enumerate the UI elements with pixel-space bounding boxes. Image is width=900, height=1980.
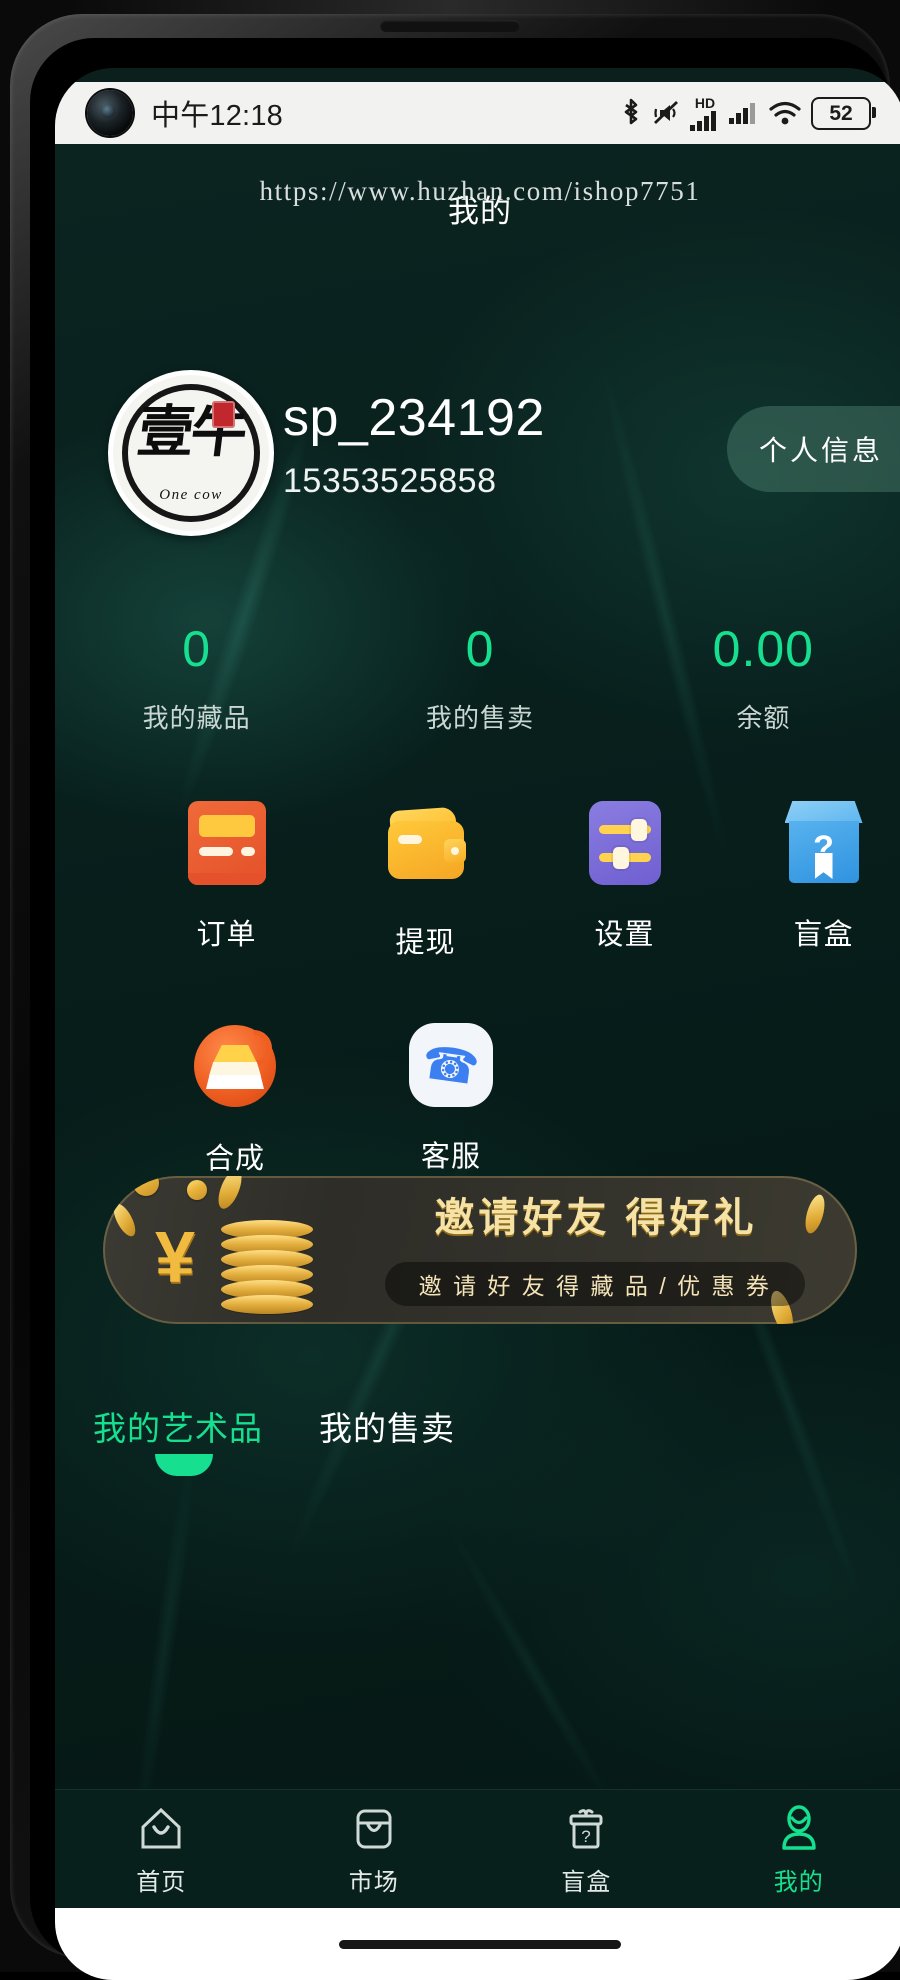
invite-friends-banner[interactable]: ¥ 邀请好友 得好礼 邀 请 好 友 得 藏 品 / 优 惠 券	[103, 1176, 857, 1324]
phone-device-frame: 中午12:18 HD	[0, 0, 900, 1972]
status-bar: 中午12:18 HD	[55, 82, 900, 144]
svg-text:?: ?	[582, 1827, 591, 1846]
yen-currency-symbol: ¥	[155, 1222, 195, 1294]
bottom-navigation-bar: 首页 市场	[55, 1789, 900, 1908]
url-watermark: https://www.huzhan.com/ishop7751	[55, 176, 900, 207]
stat-balance[interactable]: 0.00 余额	[622, 624, 900, 754]
stat-value: 0	[55, 624, 338, 674]
nav-item-home[interactable]: 首页	[55, 1802, 268, 1897]
grid-item-synthesis[interactable]: 合成	[145, 1023, 325, 1177]
content-tabs: 我的艺术品 我的售卖	[55, 1402, 900, 1482]
grid-item-label: 提现	[344, 919, 507, 961]
avatar-red-seal-icon	[212, 401, 235, 428]
stat-my-collections[interactable]: 0 我的藏品	[55, 624, 338, 754]
feature-grid-row-2: 合成 ☎ 客服	[55, 1023, 900, 1177]
home-indicator-area	[55, 1908, 900, 1980]
personal-info-label: 个人信息	[759, 429, 883, 469]
grid-item-blind-box[interactable]: ? 盲盒	[742, 799, 900, 961]
stats-row: 0 我的藏品 0 我的售卖 0.00 余额	[55, 624, 900, 754]
page-header: 我的 https://www.huzhan.com/ishop7751	[55, 172, 900, 228]
grid-item-settings[interactable]: 设置	[543, 799, 706, 961]
nav-label: 盲盒	[480, 1862, 693, 1897]
phone-support-icon: ☎	[408, 1023, 494, 1109]
decorative-coin	[133, 1176, 159, 1196]
signal-bars-icon-2	[729, 102, 759, 124]
battery-level-text: 52	[829, 103, 852, 124]
coin-stack-illustration	[221, 1220, 313, 1316]
grid-item-label: 设置	[543, 911, 706, 953]
feature-grid-row-1: 订单	[55, 799, 900, 961]
avatar-subtitle-text: One cow	[113, 487, 269, 504]
tab-my-artworks[interactable]: 我的艺术品	[93, 1402, 263, 1450]
front-camera-punch-hole	[87, 90, 133, 136]
phone-screen: 中午12:18 HD	[55, 68, 900, 1980]
bluetooth-icon	[620, 98, 642, 128]
home-indicator-bar[interactable]	[339, 1940, 621, 1949]
home-icon	[55, 1802, 268, 1854]
avatar[interactable]: 壹牛 One cow	[108, 370, 274, 536]
profile-section: 壹牛 One cow sp_234192 15353525858 个人信息 ❯	[55, 370, 900, 560]
status-bar-icons: HD	[620, 96, 871, 131]
username-text: sp_234192	[283, 392, 545, 444]
nav-label: 我的	[693, 1862, 900, 1897]
tab-my-sales[interactable]: 我的售卖	[319, 1402, 455, 1450]
phone-number-text: 15353525858	[283, 464, 497, 498]
synthesis-icon	[192, 1025, 278, 1111]
banner-subtitle: 邀 请 好 友 得 藏 品 / 优 惠 券	[419, 1267, 772, 1301]
hd-icon: HD	[695, 96, 715, 110]
order-receipt-icon	[184, 801, 270, 887]
mute-vibrate-icon	[651, 98, 681, 128]
battery-icon: 52	[811, 97, 871, 130]
artwork-list-empty-area	[55, 1492, 900, 1802]
blind-box-icon: ?	[781, 801, 867, 887]
decorative-coin	[109, 1201, 139, 1240]
wifi-icon	[768, 100, 802, 126]
grid-item-customer-service[interactable]: ☎ 客服	[361, 1023, 541, 1177]
active-tab-indicator	[155, 1454, 213, 1476]
nav-item-mine[interactable]: 我的	[693, 1802, 900, 1897]
earpiece-speaker	[380, 20, 520, 32]
hd-signal-group: HD	[690, 96, 720, 131]
settings-sliders-icon	[582, 801, 668, 887]
grid-item-label: 客服	[361, 1133, 541, 1175]
stat-label: 余额	[622, 698, 900, 735]
stat-value: 0.00	[622, 624, 900, 674]
banner-subtitle-pill: 邀 请 好 友 得 藏 品 / 优 惠 券	[385, 1262, 805, 1306]
nav-item-market[interactable]: 市场	[268, 1802, 481, 1897]
signal-bars-icon-1	[690, 111, 720, 131]
stat-label: 我的售卖	[338, 698, 621, 735]
nav-label: 首页	[55, 1862, 268, 1897]
decorative-coin	[187, 1180, 207, 1200]
banner-title: 邀请好友 得好礼	[361, 1198, 831, 1238]
phone-bezel-inner: 中午12:18 HD	[30, 38, 890, 1962]
personal-info-button[interactable]: 个人信息 ❯	[727, 406, 900, 492]
stat-label: 我的藏品	[55, 698, 338, 735]
phone-bezel: 中午12:18 HD	[10, 14, 890, 1958]
wallet-icon	[383, 809, 469, 895]
decorative-coin	[214, 1176, 246, 1212]
grid-item-label: 合成	[145, 1135, 325, 1177]
grid-item-withdraw[interactable]: 提现	[344, 799, 507, 961]
grid-item-orders[interactable]: 订单	[145, 799, 308, 961]
stat-value: 0	[338, 624, 621, 674]
nav-label: 市场	[268, 1862, 481, 1897]
status-bar-time: 中午12:18	[151, 92, 283, 134]
grid-item-label: 订单	[145, 911, 308, 953]
app-content-area: 我的 https://www.huzhan.com/ishop7751 壹牛 O…	[55, 144, 900, 1980]
feature-icon-grid: 订单	[55, 799, 900, 1177]
stat-my-sales[interactable]: 0 我的售卖	[338, 624, 621, 754]
nav-item-blind-box[interactable]: ? 盲盒	[480, 1802, 693, 1897]
avatar-calligraphy-text: 壹牛	[110, 405, 273, 461]
grid-item-label: 盲盒	[742, 911, 900, 953]
gift-box-icon: ?	[480, 1802, 693, 1854]
market-icon	[268, 1802, 481, 1854]
user-profile-icon	[693, 1802, 900, 1854]
